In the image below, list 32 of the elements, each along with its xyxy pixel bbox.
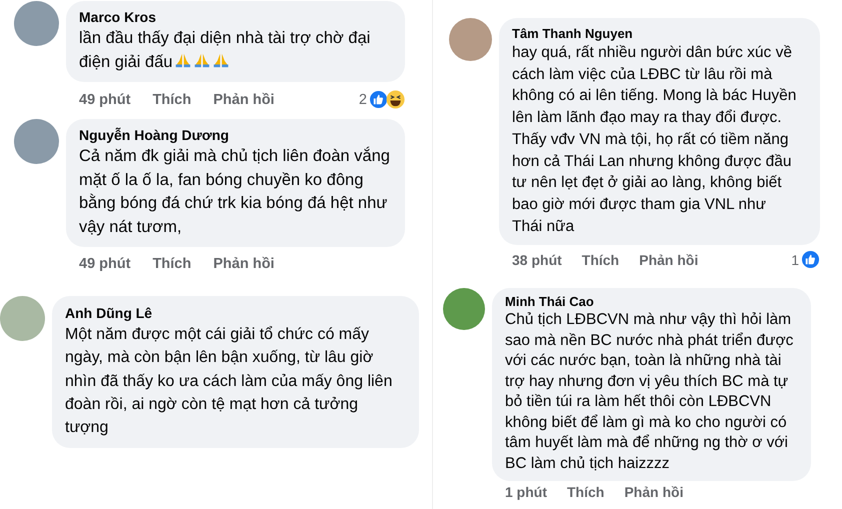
reply-link[interactable]: Phản hồi (213, 255, 274, 273)
reaction-count[interactable]: 1 (791, 252, 799, 268)
comment-time[interactable]: 1 phút (505, 484, 547, 500)
reply-link[interactable]: Phản hồi (639, 252, 698, 268)
author-name[interactable]: Anh Dũng Lê (65, 304, 405, 323)
comment-time[interactable]: 49 phút (79, 255, 131, 273)
like-link[interactable]: Thích (567, 484, 604, 500)
comment-text: Cả năm đk giải mà chủ tịch liên đoàn vắng mặt ố la ố la, fan bóng chuyền ko đông bằng bóng đá chứ trk kia bóng đá hệt như vậy nát tươm, (79, 146, 391, 238)
thumbs-up-icon (369, 90, 388, 109)
comment-time[interactable]: 49 phút (79, 90, 131, 108)
reply-link[interactable]: Phản hồi (624, 484, 684, 500)
comment-text: Chủ tịch LĐBCVN mà như vậy thì hỏi làm sao mà nền BC nước nhà phát triển được với các nước bạn, toàn là những nhà tài trợ hay nhưng đơn vị yêu thích BC mà tự bỏ tiền túi ra làm hết thôi còn LĐBCVN không biết để làm gì mà ko cho người có tâm huyết làm mà để những ng thờ ơ với BC làm chủ tịch haizzzz (505, 310, 794, 474)
comment-time[interactable]: 38 phút (512, 252, 562, 268)
like-link[interactable]: Thích (582, 252, 620, 268)
author-name[interactable]: Minh Thái Cao (505, 293, 797, 310)
avatar-placeholder[interactable] (14, 1, 59, 46)
avatar-placeholder[interactable] (14, 119, 59, 164)
author-name[interactable]: Marco Kros (79, 8, 391, 27)
avatar-placeholder[interactable] (0, 296, 45, 341)
reaction-count[interactable]: 2 (358, 90, 367, 108)
like-link[interactable]: Thích (152, 90, 192, 108)
comment-text: Một năm được một cái giải tổ chức có mấy ngày, mà còn bận lên bận xuống, từ lâu giờ nhìn đã thấy ko ưa cách làm của mấy ông liên đoàn rồi, ai ngờ còn tệ mạt hơn cả tưởng tượng (65, 325, 394, 438)
comment-text: lần đầu thấy đại diện nhà tài trợ chờ đại điện giải đấu (79, 28, 372, 72)
like-link[interactable]: Thích (152, 255, 192, 273)
reply-link[interactable]: Phản hồi (213, 90, 274, 108)
thumbs-up-icon (801, 250, 820, 270)
avatar-placeholder[interactable] (443, 288, 485, 330)
laughing-face-icon (386, 90, 405, 109)
author-name[interactable]: Tâm Thanh Nguyen (512, 25, 798, 42)
avatar-placeholder[interactable] (449, 18, 492, 61)
author-name[interactable]: Nguyễn Hoàng Dương (79, 126, 391, 145)
comment-text: hay quá, rất nhiều người dân bức xúc về cách làm việc của LĐBC từ lâu rồi mà không có ai lên tiếng. Mong là bác Huyền lên làm lãnh đạo may ra thay đổi được. Thấy vđv VN mà tội, họ rất có tiềm năng hơn cả Thái Lan nhưng không được đầu tư nên lẹt đẹt ở giải ao làng, không biết bao giờ mới được tham gia VNL như Thái nữa (512, 43, 798, 237)
